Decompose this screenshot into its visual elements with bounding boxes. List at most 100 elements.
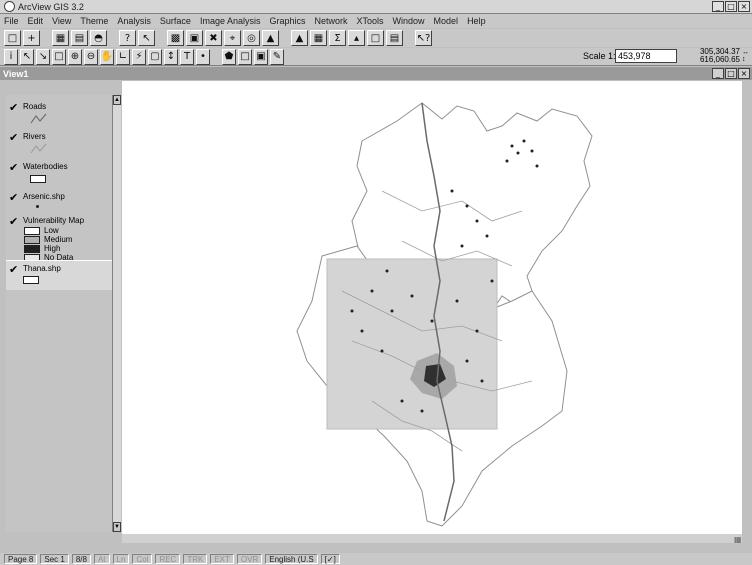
menu-view[interactable]: View bbox=[52, 16, 71, 26]
polygon-symbol-icon bbox=[23, 276, 39, 284]
zoom-prev-icon[interactable]: ▲ bbox=[262, 30, 279, 46]
draw-icon[interactable]: ✎ bbox=[270, 48, 284, 65]
whats-this-icon[interactable]: ↖? bbox=[415, 30, 432, 46]
chart-icon[interactable]: ▲ bbox=[291, 30, 308, 46]
view-minimize-button[interactable]: _ bbox=[712, 68, 724, 79]
visibility-checkbox[interactable]: ✔ bbox=[9, 131, 18, 144]
scale-input[interactable]: 453,978 bbox=[615, 49, 677, 63]
scroll-up-icon[interactable]: ▲ bbox=[113, 95, 121, 105]
sum-icon[interactable]: Σ bbox=[329, 30, 346, 46]
line-icon[interactable]: ↕ bbox=[164, 48, 178, 65]
status-rec: REC bbox=[155, 554, 181, 564]
menu-surface[interactable]: Surface bbox=[160, 16, 191, 26]
legend-swatch-medium bbox=[24, 236, 40, 244]
map-horizontal-scrollbar[interactable] bbox=[122, 534, 742, 543]
menu-help[interactable]: Help bbox=[467, 16, 486, 26]
app-title: ArcView GIS 3.2 bbox=[18, 1, 84, 12]
area-icon[interactable]: ▢ bbox=[148, 48, 162, 65]
theme-waterbodies[interactable]: ✔ Waterbodies bbox=[6, 159, 112, 189]
visibility-checkbox[interactable]: ✔ bbox=[9, 161, 18, 174]
polygon-symbol-icon bbox=[30, 175, 46, 183]
identify-icon[interactable]: i bbox=[4, 48, 18, 65]
coordinate-arrows-icon: ↔ ↕ bbox=[742, 49, 749, 63]
find-icon[interactable]: ◓ bbox=[90, 30, 107, 46]
table-of-contents: ✔ Roads ✔ Rivers ✔ Waterbodies ✔ Arsenic… bbox=[6, 95, 121, 532]
theme-name: Thana.shp bbox=[23, 264, 61, 273]
visibility-checkbox[interactable]: ✔ bbox=[9, 215, 18, 228]
help-icon[interactable]: ? bbox=[119, 30, 136, 46]
line-symbol-icon bbox=[30, 143, 47, 154]
menu-model[interactable]: Model bbox=[434, 16, 459, 26]
hotlink-tool-icon[interactable]: ⚡ bbox=[132, 48, 146, 65]
label-icon[interactable]: ▣ bbox=[254, 48, 268, 65]
graph-icon[interactable]: ▴ bbox=[348, 30, 365, 46]
map-display[interactable] bbox=[122, 81, 742, 534]
theme-thana[interactable]: ✔ Thana.shp bbox=[6, 260, 112, 290]
vertex-icon[interactable]: ↘ bbox=[36, 48, 50, 65]
legend-swatch-low bbox=[24, 227, 40, 235]
save-icon[interactable]: □ bbox=[4, 30, 21, 46]
menu-theme[interactable]: Theme bbox=[80, 16, 108, 26]
theme-rivers[interactable]: ✔ Rivers bbox=[6, 129, 112, 159]
snap-icon[interactable]: □ bbox=[238, 48, 252, 65]
layout-icon[interactable]: ▣ bbox=[186, 30, 203, 46]
toc-scrollbar[interactable]: ▲ ▼ bbox=[112, 95, 121, 532]
pan-icon[interactable]: ✋ bbox=[100, 48, 114, 65]
polygon-icon[interactable]: ⬟ bbox=[222, 48, 236, 65]
close-button[interactable]: × bbox=[738, 1, 750, 12]
stats-icon[interactable]: ▦ bbox=[310, 30, 327, 46]
minimize-button[interactable]: _ bbox=[712, 1, 724, 12]
zoom-extent-icon[interactable]: ⌖ bbox=[224, 30, 241, 46]
menu-network[interactable]: Network bbox=[315, 16, 348, 26]
scroll-down-icon[interactable]: ▼ bbox=[113, 522, 121, 532]
theme-arsenic[interactable]: ✔ Arsenic.shp bbox=[6, 189, 112, 213]
coord-y: 616,060.65 bbox=[699, 55, 740, 64]
visibility-checkbox[interactable]: ✔ bbox=[9, 191, 18, 204]
export-icon[interactable]: ▩ bbox=[167, 30, 184, 46]
hotlink-icon[interactable]: □ bbox=[367, 30, 384, 46]
status-ovr: OVR bbox=[236, 554, 263, 564]
pointer-icon[interactable]: ↖ bbox=[138, 30, 155, 46]
menu-image-analysis[interactable]: Image Analysis bbox=[200, 16, 261, 26]
visibility-checkbox[interactable]: ✔ bbox=[9, 263, 18, 276]
menu-xtools[interactable]: XTools bbox=[357, 16, 384, 26]
legend-label-medium: Medium bbox=[44, 235, 73, 244]
point-icon[interactable]: • bbox=[196, 48, 210, 65]
menu-file[interactable]: File bbox=[4, 16, 19, 26]
select-feature-icon[interactable]: □ bbox=[52, 48, 66, 65]
text-icon[interactable]: T bbox=[180, 48, 194, 65]
menu-graphics[interactable]: Graphics bbox=[269, 16, 305, 26]
print-icon[interactable]: ▤ bbox=[71, 30, 88, 46]
zoom-in-icon[interactable]: ⊕ bbox=[68, 48, 82, 65]
view-close-button[interactable]: × bbox=[738, 68, 750, 79]
status-bar: Page 8 Sec 1 8/8 At Ln Col REC TRK EXT O… bbox=[0, 553, 752, 565]
status-page: Page 8 bbox=[4, 554, 38, 564]
visibility-checkbox[interactable]: ✔ bbox=[9, 101, 18, 114]
view-title: View1 bbox=[3, 68, 29, 79]
theme-roads[interactable]: ✔ Roads bbox=[6, 99, 112, 129]
scale-label: Scale 1: bbox=[583, 51, 616, 61]
app-titlebar: ArcView GIS 3.2 _ □ × bbox=[0, 0, 752, 14]
select-icon[interactable]: ↖ bbox=[20, 48, 34, 65]
point-symbol-icon bbox=[36, 205, 39, 208]
zoom-full-icon[interactable]: ✖ bbox=[205, 30, 222, 46]
view-maximize-button[interactable]: □ bbox=[725, 68, 737, 79]
status-trk: TRK bbox=[183, 554, 208, 564]
query-icon[interactable]: ▤ bbox=[386, 30, 403, 46]
resize-grip-icon[interactable]: ▦ bbox=[734, 535, 742, 544]
vulnerability-medium-zone bbox=[326, 258, 498, 430]
menu-window[interactable]: Window bbox=[393, 16, 425, 26]
menu-edit[interactable]: Edit bbox=[28, 16, 44, 26]
table-icon[interactable]: ▦ bbox=[52, 30, 69, 46]
arcview-logo-icon bbox=[4, 1, 15, 12]
status-language: English (U.S bbox=[265, 554, 318, 564]
theme-vulnerability-map[interactable]: ✔ Vulnerability Map Low Medium High No D… bbox=[6, 213, 112, 265]
zoom-out-icon[interactable]: ⊖ bbox=[84, 48, 98, 65]
measure-icon[interactable]: ∟ bbox=[116, 48, 130, 65]
menu-analysis[interactable]: Analysis bbox=[117, 16, 151, 26]
add-theme-icon[interactable]: + bbox=[23, 30, 40, 46]
line-symbol-icon bbox=[30, 113, 47, 124]
zoom-active-icon[interactable]: ◎ bbox=[243, 30, 260, 46]
maximize-button[interactable]: □ bbox=[725, 1, 737, 12]
status-count: 8/8 bbox=[71, 554, 91, 564]
